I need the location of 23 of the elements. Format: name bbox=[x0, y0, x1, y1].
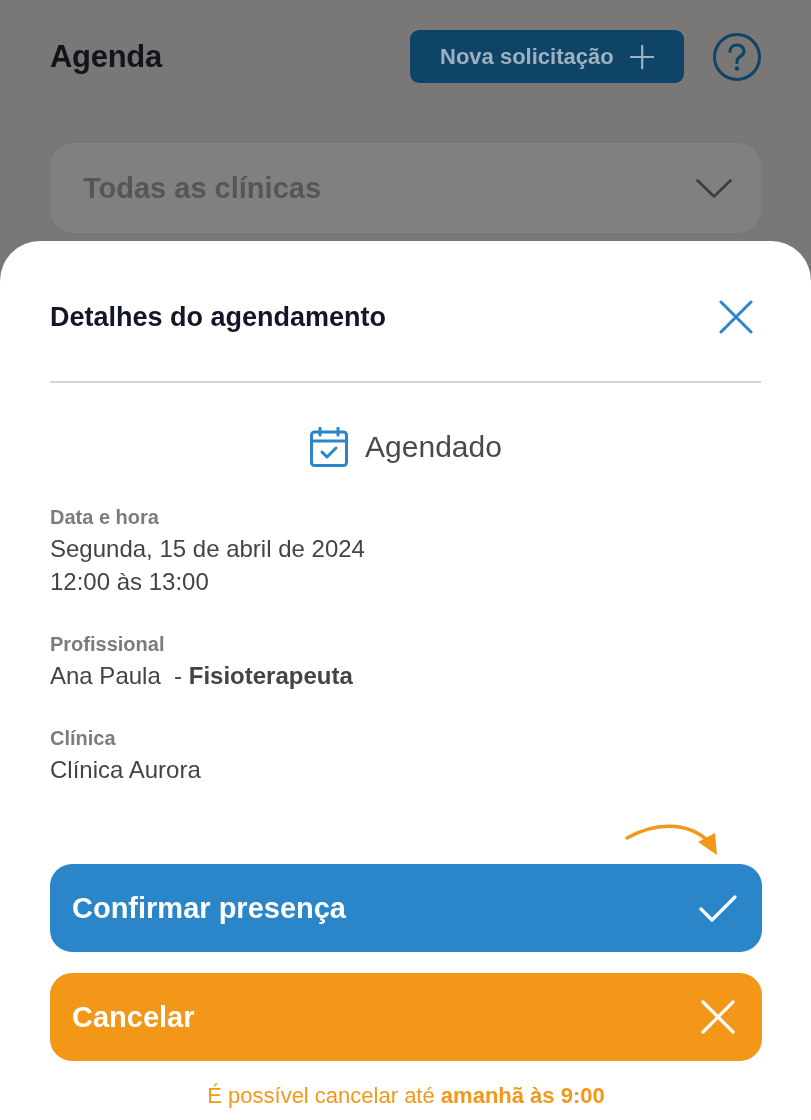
help-button[interactable] bbox=[713, 32, 761, 81]
calendar-check-icon bbox=[310, 427, 349, 467]
detail-value: 12:00 às 13:00 bbox=[50, 567, 210, 597]
detail-label: Clínica bbox=[50, 726, 117, 750]
close-button[interactable] bbox=[719, 300, 753, 334]
detail-value: Clínica Aurora bbox=[50, 755, 202, 785]
new-request-button[interactable]: Nova solicitação bbox=[410, 30, 684, 83]
page-title: Agenda bbox=[50, 38, 164, 75]
curved-arrow-icon bbox=[625, 824, 719, 856]
plus-icon bbox=[629, 43, 654, 70]
cancel-deadline-note: É possível cancelar até amanhã às 9:00 bbox=[206, 1083, 606, 1109]
sheet-title: Detalhes do agendamento bbox=[50, 301, 387, 333]
help-icon bbox=[713, 32, 761, 81]
cancel-button[interactable]: Cancelar bbox=[50, 973, 762, 1061]
detail-value: Segunda, 15 de abril de 2024 bbox=[50, 534, 366, 564]
status-text: Agendado bbox=[365, 430, 502, 464]
detail-label: Profissional bbox=[50, 632, 166, 656]
close-icon bbox=[698, 997, 738, 1037]
confirm-button[interactable]: Confirmar presença bbox=[50, 864, 762, 952]
detail-value: Ana Paula - Fisioterapeuta bbox=[50, 661, 354, 691]
close-icon bbox=[719, 300, 753, 334]
chevron-down-icon bbox=[696, 178, 732, 198]
detail-label: Data e hora bbox=[50, 505, 160, 529]
